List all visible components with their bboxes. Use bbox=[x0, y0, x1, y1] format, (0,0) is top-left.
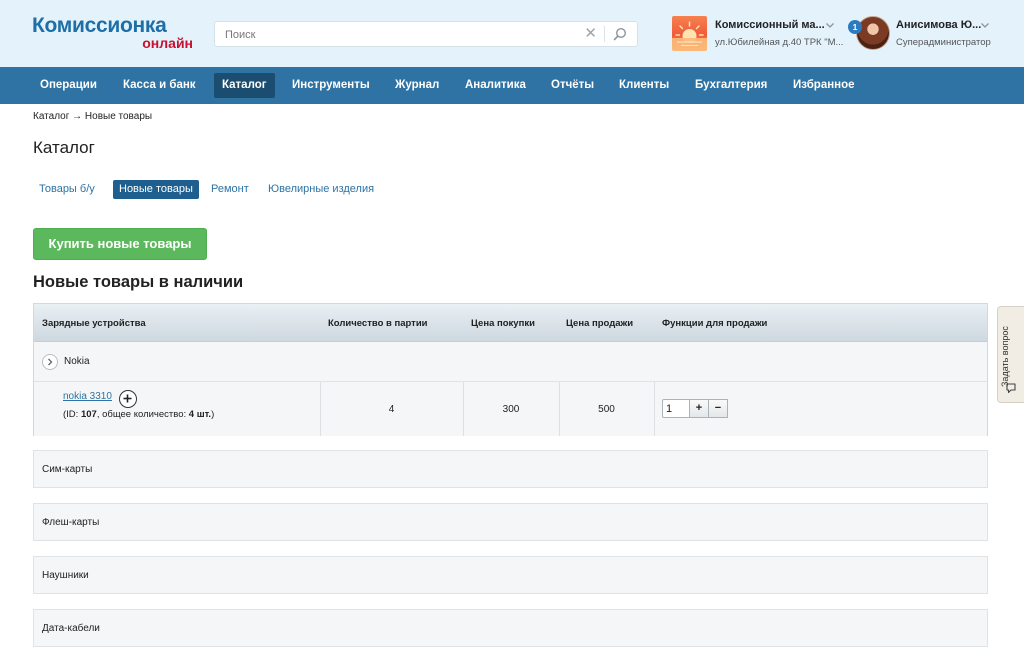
tab-used-goods[interactable]: Товары б/у bbox=[33, 180, 101, 199]
tab-jewelry[interactable]: Ювелирные изделия bbox=[262, 180, 380, 199]
search-icon[interactable] bbox=[613, 27, 627, 41]
section-title: Новые товары в наличии bbox=[33, 273, 244, 291]
column-header-quantity[interactable]: Количество в партии bbox=[328, 318, 428, 329]
column-header-sale-functions: Функции для продажи bbox=[662, 318, 768, 329]
group-row-nokia[interactable]: Nokia bbox=[34, 342, 987, 382]
table-header: Зарядные устройства Количество в партии … bbox=[34, 304, 987, 342]
ask-question-label: Задать вопрос bbox=[1000, 326, 1010, 387]
avatar[interactable] bbox=[856, 16, 890, 50]
item-meta: (ID: 107, общее количество: 4 шт.) bbox=[63, 409, 214, 420]
logo-sub-text: онлайн bbox=[142, 35, 193, 51]
nav-item-accounting[interactable]: Бухгалтерия bbox=[687, 73, 775, 98]
chevron-right-icon bbox=[48, 358, 53, 366]
nav-item-reports[interactable]: Отчёты bbox=[543, 73, 602, 98]
cell-sale-price: 500 bbox=[598, 404, 615, 415]
chat-bubble-icon bbox=[1006, 383, 1016, 394]
cell-divider bbox=[654, 382, 655, 436]
category-label: Дата-кабели bbox=[42, 623, 100, 634]
nav-item-clients[interactable]: Клиенты bbox=[611, 73, 677, 98]
category-row-data-cables[interactable]: Дата-кабели bbox=[33, 609, 988, 647]
cell-quantity: 4 bbox=[388, 404, 395, 415]
item-id: 107 bbox=[80, 409, 97, 420]
main-nav: Операции Касса и банк Каталог Инструмент… bbox=[0, 67, 1024, 104]
search-box: ✕ bbox=[214, 21, 638, 47]
ask-question-tab[interactable]: Задать вопрос bbox=[997, 306, 1024, 403]
store-address: ул.Юбилейная д.40 ТРК "М... bbox=[715, 37, 844, 48]
tab-repair[interactable]: Ремонт bbox=[205, 180, 255, 199]
search-input[interactable] bbox=[225, 26, 575, 44]
sunset-icon bbox=[672, 21, 707, 51]
increment-button[interactable]: + bbox=[689, 399, 709, 418]
column-header-category[interactable]: Зарядные устройства bbox=[42, 318, 146, 329]
logo[interactable]: Комиссионка онлайн bbox=[32, 14, 197, 54]
store-name: Комиссионный ма... bbox=[715, 19, 825, 31]
nav-item-tools[interactable]: Инструменты bbox=[284, 73, 378, 98]
nav-item-favorites[interactable]: Избранное bbox=[785, 73, 863, 98]
goods-table: Зарядные устройства Количество в партии … bbox=[33, 303, 988, 436]
store-logo-icon bbox=[672, 16, 707, 51]
group-label: Nokia bbox=[64, 356, 90, 367]
chevron-down-icon[interactable] bbox=[980, 20, 990, 30]
expand-icon[interactable] bbox=[42, 354, 58, 370]
category-row-flash-cards[interactable]: Флеш-карты bbox=[33, 503, 988, 541]
decrement-button[interactable]: − bbox=[708, 399, 728, 418]
cell-purchase-price: 300 bbox=[502, 404, 520, 415]
nav-item-cash-bank[interactable]: Касса и банк bbox=[115, 73, 204, 98]
add-item-button[interactable] bbox=[119, 390, 137, 408]
category-label: Наушники bbox=[42, 570, 89, 581]
column-header-purchase-price[interactable]: Цена покупки bbox=[471, 318, 535, 329]
category-row-headphones[interactable]: Наушники bbox=[33, 556, 988, 594]
user-name: Анисимова Ю... bbox=[896, 19, 982, 31]
nav-item-journal[interactable]: Журнал bbox=[387, 73, 447, 98]
quantity-stepper: + − bbox=[662, 399, 732, 418]
buy-new-goods-button[interactable]: Купить новые товары bbox=[33, 228, 207, 260]
category-row-sim-cards[interactable]: Сим-карты bbox=[33, 450, 988, 488]
tab-new-goods[interactable]: Новые товары bbox=[113, 180, 199, 199]
user-role: Суперадминистратор bbox=[896, 37, 991, 48]
item-meta-suffix: ) bbox=[211, 409, 215, 420]
category-label: Сим-карты bbox=[42, 464, 93, 475]
item-total-prefix: , общее количество: bbox=[96, 409, 189, 420]
sell-quantity-input[interactable] bbox=[662, 399, 690, 418]
nav-item-catalog[interactable]: Каталог bbox=[214, 73, 275, 98]
item-total: 4 шт. bbox=[188, 409, 212, 420]
search-divider bbox=[604, 26, 605, 42]
app-header: Комиссионка онлайн ✕ bbox=[0, 0, 1024, 67]
chevron-down-icon[interactable] bbox=[825, 20, 835, 30]
column-header-sale-price[interactable]: Цена продажи bbox=[566, 318, 633, 329]
page-title: Каталог bbox=[33, 138, 95, 157]
category-label: Флеш-карты bbox=[42, 517, 100, 528]
plus-icon bbox=[123, 394, 132, 403]
notification-badge[interactable]: 1 bbox=[848, 20, 862, 34]
item-name-link[interactable]: nokia 3310 bbox=[63, 391, 112, 402]
user-menu[interactable]: 1 Анисимова Ю... Суперадминистратор bbox=[848, 16, 998, 52]
nav-item-operations[interactable]: Операции bbox=[32, 73, 105, 98]
nav-item-analytics[interactable]: Аналитика bbox=[457, 73, 534, 98]
breadcrumb[interactable]: Каталог → Новые товары bbox=[33, 111, 152, 122]
table-row: nokia 3310 (ID: 107, общее количество: 4… bbox=[34, 382, 987, 436]
store-selector[interactable]: Комиссионный ма... ул.Юбилейная д.40 ТРК… bbox=[672, 16, 844, 52]
item-id-prefix: (ID: bbox=[63, 409, 81, 420]
clear-search-icon[interactable]: ✕ bbox=[584, 26, 597, 42]
